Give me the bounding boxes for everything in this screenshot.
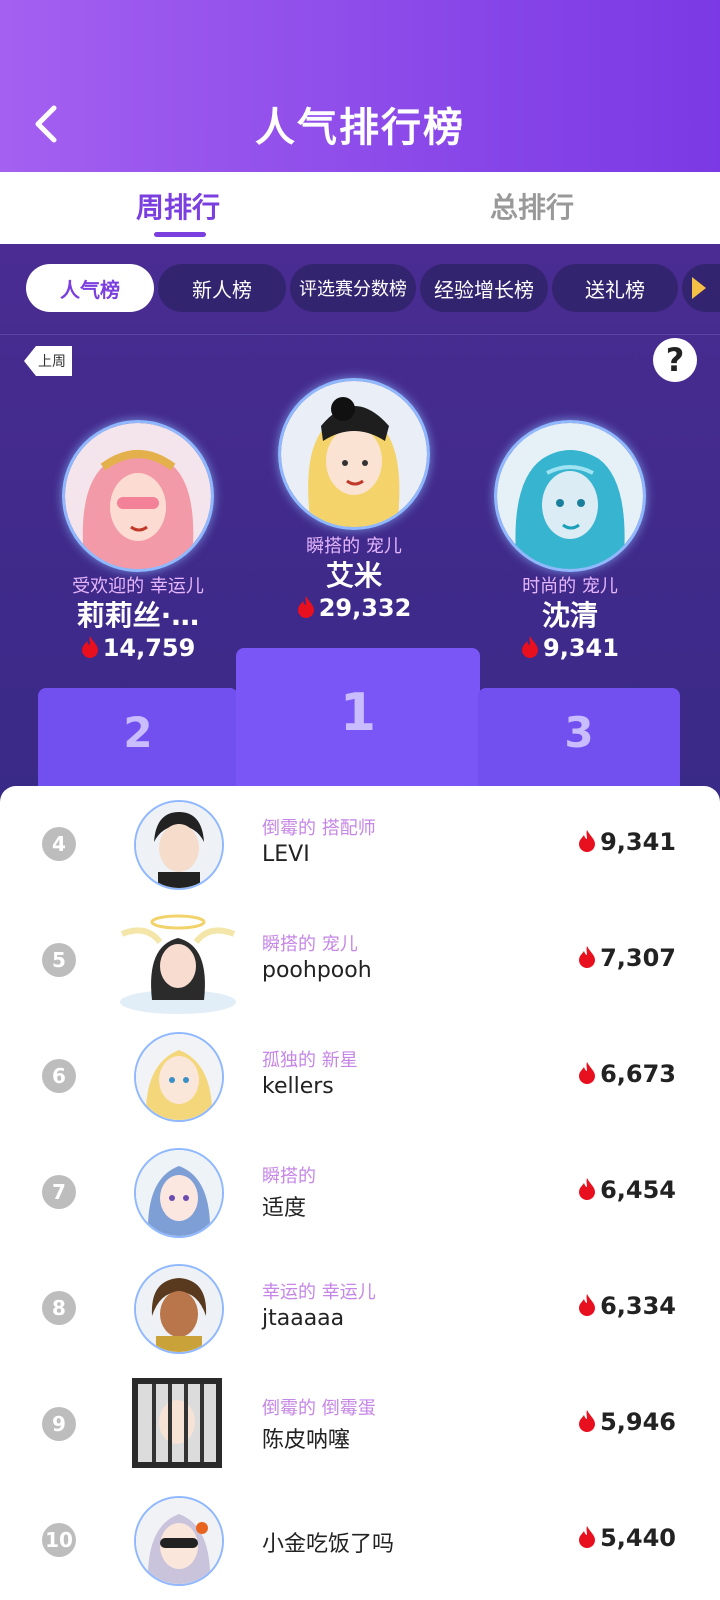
flame-icon: [81, 636, 98, 658]
category-chips: 人气榜 新人榜 评选赛分数榜 经验增长榜 送礼榜: [0, 264, 720, 312]
podium-2-score: 14,759: [18, 634, 258, 662]
podium-3-score-value: 9,341: [543, 634, 619, 662]
score-value: 9,341: [600, 828, 676, 856]
user-title: 瞬搭的 宠儿: [262, 934, 358, 955]
page-title: 人气排行榜: [255, 105, 465, 151]
avatar-image: [132, 1378, 222, 1468]
avatar-image: [281, 381, 427, 527]
flame-icon: [297, 596, 314, 618]
tab-bar: 周排行 总排行: [0, 172, 720, 244]
avatar-rank-3[interactable]: [494, 420, 646, 572]
list-item[interactable]: 10 小金吃饭了吗 5,440: [0, 1482, 720, 1598]
chip-popularity[interactable]: 人气榜: [26, 264, 154, 312]
rank-badge: 5: [42, 943, 76, 977]
rank-badge: 9: [42, 1407, 76, 1441]
user-name: LEVI: [262, 842, 310, 867]
user-name: 陈皮呐噻: [262, 1428, 351, 1453]
rank-badge: 7: [42, 1175, 76, 1209]
flame-icon: [522, 636, 539, 658]
user-name: poohpooh: [262, 958, 372, 983]
user-name: jtaaaaa: [262, 1306, 345, 1331]
flame-icon: [579, 946, 596, 968]
avatar-image: [136, 1150, 222, 1236]
podium-1-score: 29,332: [234, 594, 474, 622]
chip-gifts[interactable]: 送礼榜: [552, 264, 678, 312]
podium-3-name[interactable]: 沈清: [450, 594, 690, 634]
avatar-rank-2[interactable]: [62, 420, 214, 572]
user-name: kellers: [262, 1074, 334, 1099]
avatar[interactable]: [134, 800, 224, 890]
podium-1-name[interactable]: 艾米: [234, 554, 474, 594]
chip-exp-growth[interactable]: 经验增长榜: [420, 264, 548, 312]
list-item[interactable]: 7 瞬搭的 适度 6,454: [0, 1134, 720, 1250]
rank-badge: 4: [42, 827, 76, 861]
user-title: 瞬搭的: [262, 1166, 316, 1187]
flame-icon: [579, 1178, 596, 1200]
user-score: 7,307: [578, 944, 676, 972]
app-header: 人气排行榜: [0, 0, 720, 172]
podium-block-1: 1: [236, 648, 480, 804]
avatar-image: [136, 1266, 222, 1352]
user-title: 倒霉的 倒霉蛋: [262, 1398, 376, 1419]
avatar[interactable]: [134, 1264, 224, 1354]
list-item[interactable]: 9 倒霉的 倒霉蛋 陈皮呐噻 5,946: [0, 1366, 720, 1482]
flame-icon: [579, 1410, 596, 1432]
score-value: 5,440: [600, 1524, 676, 1552]
chip-contest-score[interactable]: 评选赛分数榜: [290, 264, 416, 312]
podium-1-score-value: 29,332: [318, 594, 412, 622]
scroll-right-icon[interactable]: [682, 264, 720, 312]
avatar[interactable]: [116, 910, 240, 1014]
active-tab-indicator: [154, 232, 206, 237]
avatar-image: [497, 423, 643, 569]
user-score: 6,334: [578, 1292, 676, 1320]
flame-icon: [579, 1526, 596, 1548]
avatar-image: [65, 423, 211, 569]
avatar-rank-1[interactable]: [278, 378, 430, 530]
user-score: 6,454: [578, 1176, 676, 1204]
avatar-image: [136, 1034, 222, 1120]
user-score: 5,440: [578, 1524, 676, 1552]
score-value: 7,307: [600, 944, 676, 972]
avatar-image: [136, 1498, 222, 1584]
rank-badge: 8: [42, 1291, 76, 1325]
user-name: 小金吃饭了吗: [262, 1532, 395, 1557]
list-item[interactable]: 4 倒霉的 搭配师 LEVI 9,341: [0, 786, 720, 902]
avatar[interactable]: [132, 1378, 222, 1468]
podium-3-score: 9,341: [450, 634, 690, 662]
user-score: 9,341: [578, 828, 676, 856]
user-score: 6,673: [578, 1060, 676, 1088]
top-three-panel: 人气榜 新人榜 评选赛分数榜 经验增长榜 送礼榜 上周 ? 瞬搭的 宠儿 艾米 …: [0, 244, 720, 804]
list-item[interactable]: 8 幸运的 幸运儿 jtaaaaa 6,334: [0, 1250, 720, 1366]
user-title: 幸运的 幸运儿: [262, 1282, 376, 1303]
list-item[interactable]: 5 瞬搭的 宠儿 poohpooh 7,307: [0, 902, 720, 1018]
score-value: 5,946: [600, 1408, 676, 1436]
avatar[interactable]: [134, 1032, 224, 1122]
score-value: 6,454: [600, 1176, 676, 1204]
divider: [0, 334, 720, 335]
score-value: 6,673: [600, 1060, 676, 1088]
ranking-list: 4 倒霉的 搭配师 LEVI 9,341 5 瞬搭的 宠儿 poohpooh 7…: [0, 786, 720, 1600]
avatar[interactable]: [134, 1148, 224, 1238]
list-item[interactable]: 6 孤独的 新星 kellers 6,673: [0, 1018, 720, 1134]
rank-badge: 6: [42, 1059, 76, 1093]
flame-icon: [579, 1062, 596, 1084]
help-icon[interactable]: ?: [653, 338, 697, 382]
user-title: 倒霉的 搭配师: [262, 818, 376, 839]
tab-overall[interactable]: 总排行: [432, 186, 632, 226]
avatar-image: [120, 914, 236, 1014]
rank-badge: 10: [42, 1523, 76, 1557]
user-score: 5,946: [578, 1408, 676, 1436]
user-title: 孤独的 新星: [262, 1050, 358, 1071]
avatar-image: [136, 802, 222, 888]
podium-2-score-value: 14,759: [102, 634, 196, 662]
user-name: 适度: [262, 1196, 307, 1221]
tab-weekly[interactable]: 周排行: [78, 186, 278, 226]
chip-newcomer[interactable]: 新人榜: [158, 264, 286, 312]
flame-icon: [579, 830, 596, 852]
avatar[interactable]: [134, 1496, 224, 1586]
flame-icon: [579, 1294, 596, 1316]
last-week-button[interactable]: 上周: [24, 346, 72, 376]
score-value: 6,334: [600, 1292, 676, 1320]
podium-2-name[interactable]: 莉莉丝·…: [18, 594, 258, 634]
